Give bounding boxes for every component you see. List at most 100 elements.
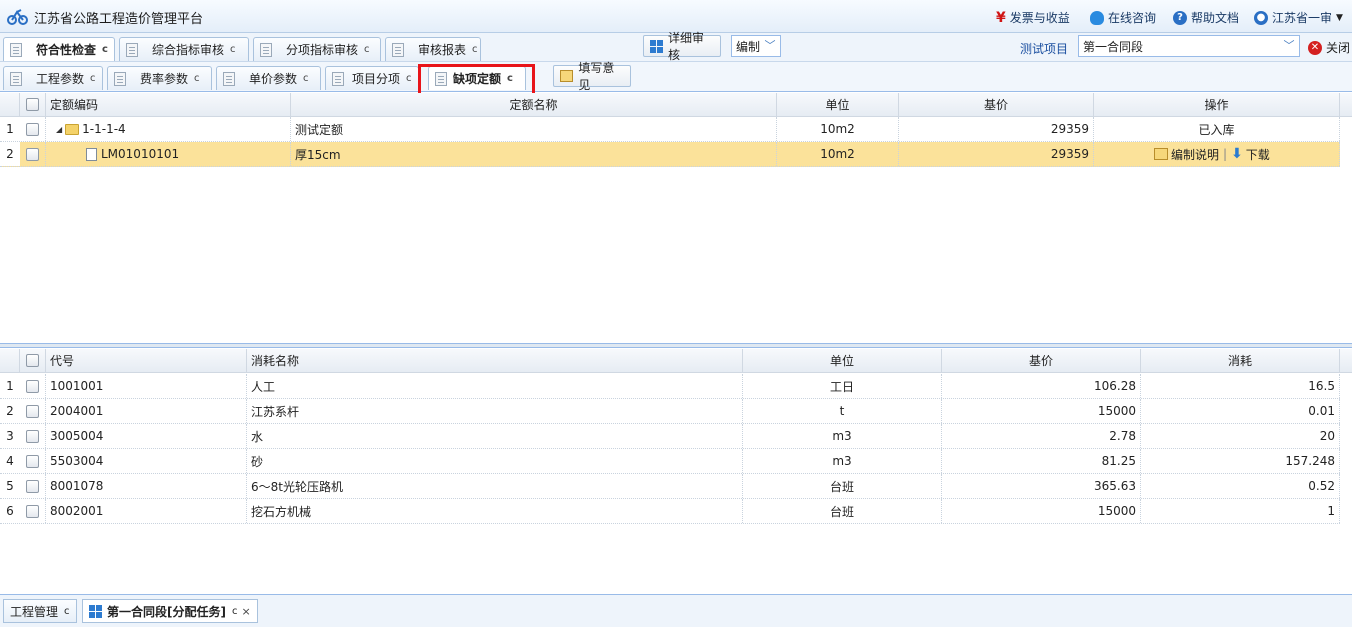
consumption: 157.248 [1141,449,1340,473]
unit: 台班 [743,474,942,498]
consult-link[interactable]: 在线咨询 [1090,9,1156,26]
table-row[interactable]: 4 5503004 砂 m3 81.25 157.248 [0,449,1340,474]
refresh-icon[interactable]: c [406,73,412,84]
consumption-grid-header: 代号 消耗名称 单位 基价 消耗 [0,349,1352,373]
refresh-icon[interactable]: c [232,606,238,617]
row-checkbox[interactable] [20,474,46,498]
row-number: 2 [0,142,20,166]
tab-compliance-check[interactable]: 符合性检查 c [3,37,115,61]
close-button[interactable]: ✕ 关闭 [1308,39,1350,56]
tab-label: 项目分项 [352,72,401,86]
close-label: 关闭 [1326,41,1351,55]
fill-opinion-button[interactable]: 填写意见 [553,61,631,92]
download-label: 下载 [1245,147,1270,162]
user-menu[interactable]: ● 江苏省一审 ▼ [1254,9,1343,26]
select-all-checkbox[interactable] [20,93,46,116]
document-icon [126,42,138,57]
expand-triangle-icon[interactable]: ◢ [56,125,62,134]
consume-name: 江苏系杆 [247,399,743,423]
consumption: 0.52 [1141,474,1340,498]
refresh-icon[interactable]: c [472,44,478,55]
refresh-icon[interactable]: c [102,44,108,55]
table-row[interactable]: 3 3005004 水 m3 2.78 20 [0,424,1340,449]
unit: m3 [743,449,942,473]
tab-project-items[interactable]: 项目分项 c [325,66,419,90]
tab-item-review[interactable]: 分项指标审核 c [253,37,381,61]
unit: m3 [743,424,942,448]
col-base-price[interactable]: 基价 [942,349,1141,372]
tab-review-report[interactable]: 审核报表 c [385,37,481,61]
row-checkbox[interactable] [20,499,46,523]
refresh-icon[interactable]: c [194,73,200,84]
col-consumption[interactable]: 消耗 [1141,349,1340,372]
tab-label: 费率参数 [140,72,189,86]
row-checkbox[interactable] [20,399,46,423]
close-tab-icon[interactable]: × [241,605,250,618]
consume-name: 6～8t光轮压路机 [247,474,743,498]
col-consume-name[interactable]: 消耗名称 [247,349,743,372]
col-code[interactable]: 代号 [46,349,247,372]
refresh-icon[interactable]: c [230,44,236,55]
table-row[interactable]: 1 1001001 人工 工日 106.28 16.5 [0,374,1340,399]
base-price: 2.78 [942,424,1141,448]
refresh-icon[interactable]: c [64,606,70,617]
logo-icon [7,9,28,25]
refresh-icon[interactable]: c [364,44,370,55]
row-checkbox[interactable] [20,449,46,473]
invoice-link[interactable]: ¥ 发票与收益 [996,9,1070,26]
consumption-grid: 代号 消耗名称 单位 基价 消耗 1 1001001 人工 工日 106.28 16.5 2… [0,349,1352,594]
row-checkbox[interactable] [20,374,46,398]
edit-description-button[interactable]: 编制说明 [1154,146,1219,163]
tab-rate-params[interactable]: 费率参数 c [107,66,212,90]
operation-cell: 编制说明 | ⬇ 下载 [1094,142,1340,166]
row-number: 1 [0,374,20,398]
splitter-bar[interactable] [0,343,1352,348]
tab-comprehensive-review[interactable]: 综合指标审核 c [119,37,249,61]
document-icon [10,42,22,57]
chevron-down-icon: ﹀ [1283,39,1295,52]
download-arrow-icon: ⬇ [1231,146,1243,162]
windows-icon [650,39,663,53]
tab-project-params[interactable]: 工程参数 c [3,66,103,90]
contract-select[interactable]: 第一合同段 ﹀ [1078,35,1300,57]
row-number: 1 [0,117,20,141]
bottom-tab-bar: 工程管理 c 第一合同段[分配任务] c × [0,594,1352,627]
select-all-checkbox[interactable] [20,349,46,372]
row-number: 4 [0,449,20,473]
tab-label: 第一合同段[分配任务] [107,604,226,619]
col-quota-code[interactable]: 定额编码 [46,93,291,116]
table-row[interactable]: 2 2004001 江苏系杆 t 15000 0.01 [0,399,1340,424]
refresh-icon[interactable]: c [303,73,309,84]
tab-contract-assign[interactable]: 第一合同段[分配任务] c × [82,599,258,623]
row-checkbox[interactable] [20,424,46,448]
invoice-label: 发票与收益 [1009,11,1070,25]
tab-label: 工程管理 [10,604,59,619]
rownum-header [0,93,20,116]
consumption: 0.01 [1141,399,1340,423]
col-unit[interactable]: 单位 [777,93,899,116]
consult-label: 在线咨询 [1108,11,1157,25]
table-row[interactable]: 6 8002001 挖石方机械 台班 15000 1 [0,499,1340,524]
edit-note-icon [1154,148,1168,160]
app-title: 江苏省公路工程造价管理平台 [34,12,204,27]
mode-select[interactable]: 编制 ﹀ [731,35,781,57]
refresh-icon[interactable]: c [90,73,96,84]
table-row[interactable]: 1 ◢ 1-1-1-4 测试定额 10m2 29359 已入库 [0,117,1340,142]
quota-code-cell: ◢ 1-1-1-4 [46,117,291,141]
detail-review-button[interactable]: 详细审核 [643,31,721,62]
col-quota-name[interactable]: 定额名称 [291,93,777,116]
row-checkbox[interactable] [20,117,46,141]
base-price: 81.25 [942,449,1141,473]
row-checkbox[interactable] [20,142,46,166]
caret-down-icon: ▼ [1336,12,1343,23]
code: 5503004 [46,449,247,473]
col-base-price[interactable]: 基价 [899,93,1094,116]
tab-unit-price-params[interactable]: 单价参数 c [216,66,321,90]
download-button[interactable]: ⬇ 下载 [1231,146,1270,163]
help-link[interactable]: ? 帮助文档 [1173,9,1239,26]
col-unit[interactable]: 单位 [743,349,942,372]
table-row[interactable]: 5 8001078 6～8t光轮压路机 台班 365.63 0.52 [0,474,1340,499]
col-operation[interactable]: 操作 [1094,93,1340,116]
tab-project-management[interactable]: 工程管理 c [3,599,77,623]
table-row[interactable]: 2 LM01010101 厚15cm 10m2 29359 编制说明 | ⬇ 下… [0,142,1340,167]
